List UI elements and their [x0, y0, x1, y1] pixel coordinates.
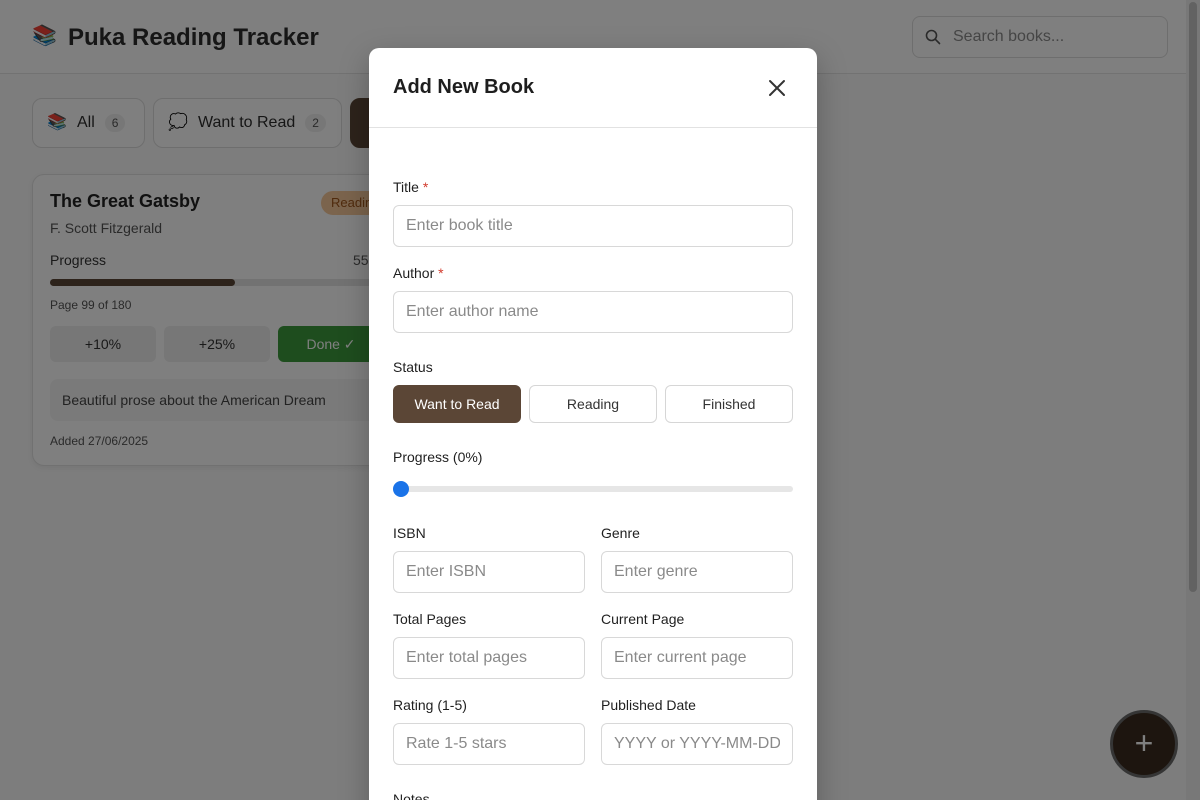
isbn-input[interactable] [393, 551, 585, 593]
genre-input[interactable] [601, 551, 793, 593]
current-page-input[interactable] [601, 637, 793, 679]
notes-label: Notes [393, 791, 430, 800]
author-label: Author * [393, 265, 444, 281]
close-icon [769, 80, 785, 96]
total-pages-input[interactable] [393, 637, 585, 679]
close-button[interactable] [761, 72, 793, 104]
current-page-label: Current Page [601, 611, 685, 627]
progress-slider-track[interactable] [393, 486, 793, 492]
progress-label: Progress (0%) [393, 449, 483, 465]
published-date-input[interactable] [601, 723, 793, 765]
status-finished-button[interactable]: Finished [665, 385, 793, 423]
required-mark: * [438, 265, 444, 281]
status-label: Status [393, 359, 433, 375]
author-label-text: Author [393, 265, 435, 281]
add-book-modal: Add New Book Title * Author * Status Wan… [369, 48, 817, 800]
status-reading-button[interactable]: Reading [529, 385, 657, 423]
title-label-text: Title [393, 179, 419, 195]
title-label: Title * [393, 179, 428, 195]
published-date-label: Published Date [601, 697, 696, 713]
modal-header: Add New Book [369, 48, 817, 128]
genre-label: Genre [601, 525, 640, 541]
rating-label: Rating (1-5) [393, 697, 467, 713]
progress-slider-thumb[interactable] [393, 481, 409, 497]
title-input[interactable] [393, 205, 793, 247]
isbn-label: ISBN [393, 525, 426, 541]
author-input[interactable] [393, 291, 793, 333]
required-mark: * [422, 179, 429, 195]
rating-input[interactable] [393, 723, 585, 765]
total-pages-label: Total Pages [393, 611, 467, 627]
status-want-to-read-button[interactable]: Want to Read [393, 385, 521, 423]
modal-title: Add New Book [393, 76, 535, 98]
